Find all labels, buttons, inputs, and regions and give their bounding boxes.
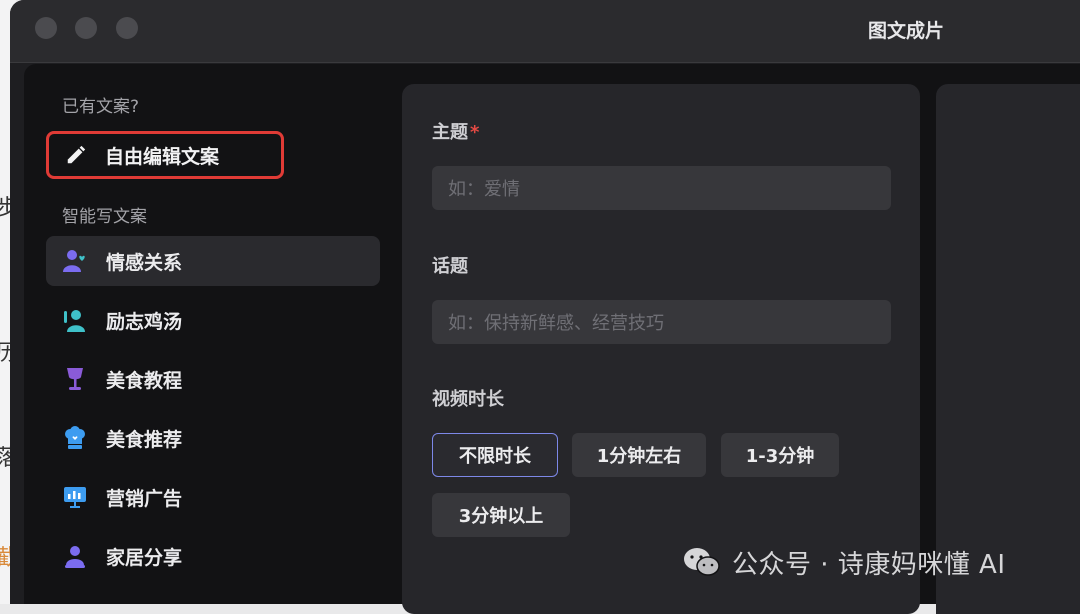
duration-option-1-3-min[interactable]: 1-3分钟 bbox=[721, 433, 839, 477]
duration-option-about-1-min[interactable]: 1分钟左右 bbox=[572, 433, 706, 477]
pencil-icon bbox=[67, 145, 86, 164]
sidebar-item-label: 励志鸡汤 bbox=[106, 310, 183, 333]
topic-input[interactable]: 如：爱情 bbox=[432, 166, 891, 210]
required-mark: * bbox=[470, 122, 480, 143]
sidebar-item-label: 营销广告 bbox=[106, 487, 183, 510]
duration-option-over-3-min[interactable]: 3分钟以上 bbox=[432, 493, 570, 537]
sidebar-item-label: 家居分享 bbox=[106, 546, 183, 569]
topic-label: 主题 * bbox=[432, 118, 479, 144]
duration-label: 视频时长 bbox=[432, 389, 504, 410]
person-home-icon bbox=[62, 543, 88, 569]
subject-input[interactable]: 如：保持新鲜感、经营技巧 bbox=[432, 300, 891, 344]
sidebar-item-emotional-relationship[interactable]: 情感关系 bbox=[46, 236, 380, 286]
sidebar-item-marketing-ads[interactable]: 营销广告 bbox=[46, 472, 380, 522]
chef-hat-icon bbox=[62, 425, 88, 451]
watermark-text: 公众号 · 诗康妈咪懂 AI bbox=[732, 549, 1006, 580]
sidebar-item-label: 美食推荐 bbox=[106, 428, 183, 451]
sidebar-item-label: 情感关系 bbox=[106, 251, 183, 274]
sidebar-item-label: 美食教程 bbox=[106, 369, 183, 392]
minimize-window-button[interactable] bbox=[75, 17, 97, 39]
sidebar-item-motivation[interactable]: 励志鸡汤 bbox=[46, 295, 380, 345]
free-edit-copy-button[interactable]: 自由编辑文案 bbox=[46, 131, 284, 179]
sidebar-item-food-tutorial[interactable]: 美食教程 bbox=[46, 354, 380, 404]
presentation-board-icon bbox=[62, 484, 88, 510]
people-heart-icon bbox=[62, 248, 88, 274]
wine-glass-icon bbox=[62, 366, 88, 392]
has-copy-heading: 已有文案? bbox=[62, 97, 140, 117]
topic-label-text: 主题 bbox=[432, 122, 468, 143]
free-edit-label: 自由编辑文案 bbox=[105, 145, 220, 168]
subject-label: 话题 bbox=[432, 256, 468, 277]
sidebar-item-food-recommendation[interactable]: 美食推荐 bbox=[46, 413, 380, 463]
duration-option-unlimited[interactable]: 不限时长 bbox=[432, 433, 558, 477]
person-raise-hand-icon bbox=[62, 307, 88, 333]
window-title: 图文成片 bbox=[868, 20, 945, 42]
zoom-window-button[interactable] bbox=[116, 17, 138, 39]
sidebar-item-home-sharing[interactable]: 家居分享 bbox=[46, 531, 380, 581]
preview-panel bbox=[936, 84, 1080, 614]
smart-copy-heading: 智能写文案 bbox=[62, 207, 147, 227]
watermark: 公众号 · 诗康妈咪懂 AI bbox=[682, 542, 1006, 582]
close-window-button[interactable] bbox=[35, 17, 57, 39]
wechat-icon bbox=[684, 548, 720, 576]
title-bar: 图文成片 bbox=[10, 0, 1080, 63]
